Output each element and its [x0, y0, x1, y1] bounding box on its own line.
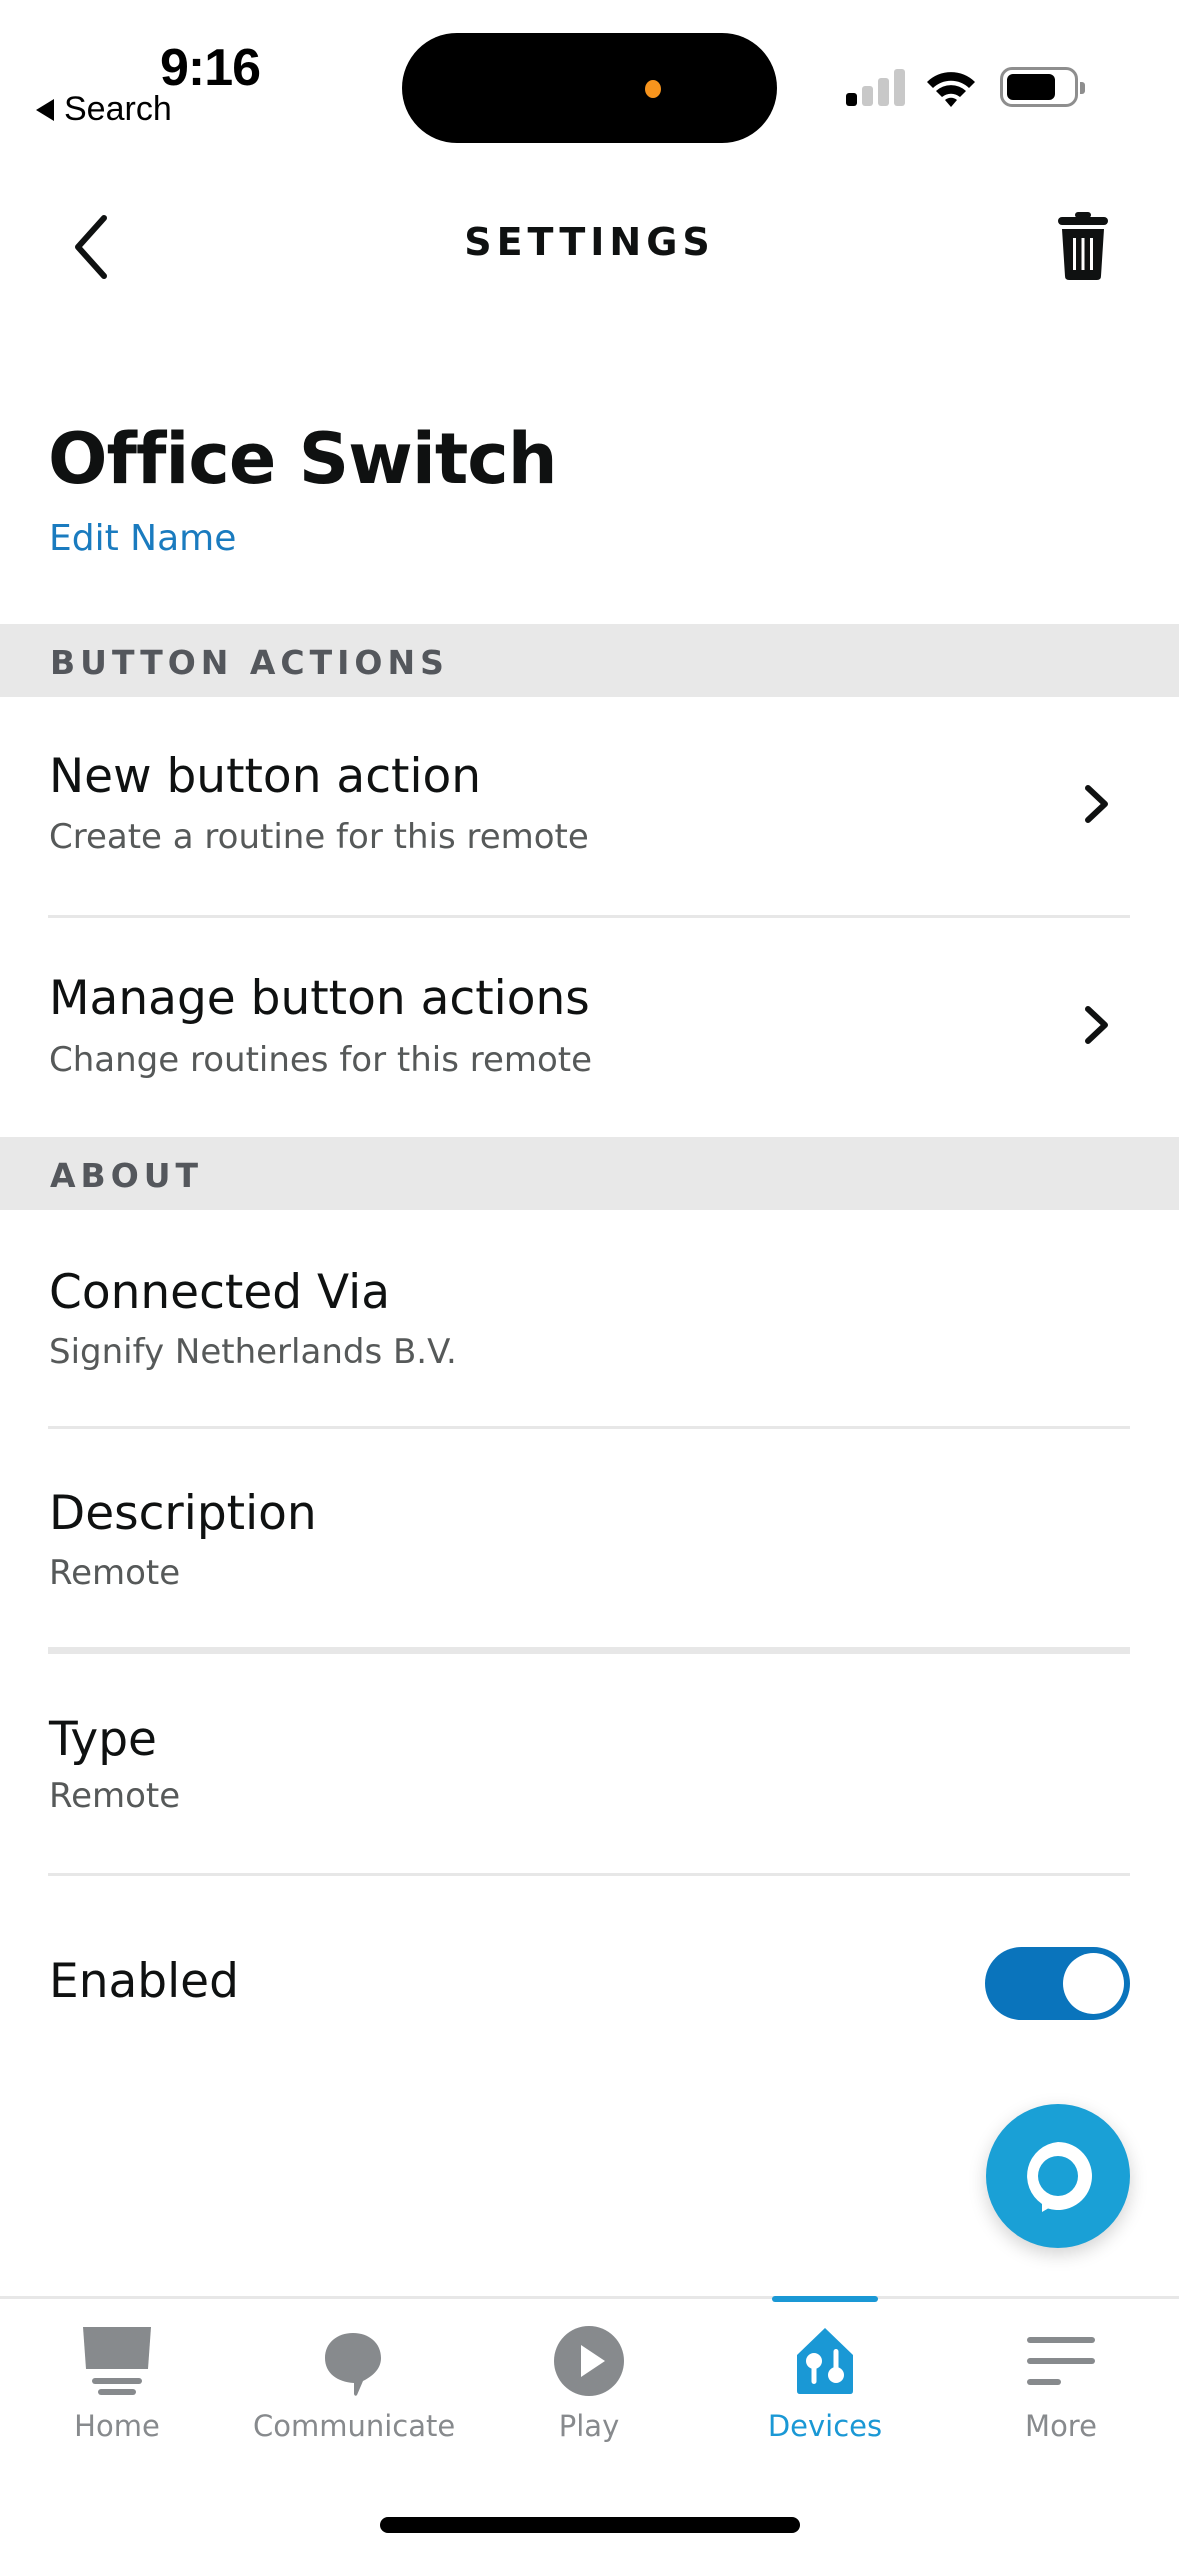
tab-devices[interactable]: Devices	[725, 2299, 925, 2479]
manage-button-actions-row[interactable]: Manage button actions Change routines fo…	[0, 918, 1179, 1137]
chevron-right-icon	[1085, 785, 1108, 823]
new-button-action-row[interactable]: New button action Create a routine for t…	[0, 697, 1179, 917]
section-header-button-actions: BUTTON ACTIONS	[0, 624, 1179, 697]
row-subtitle: Remote	[49, 1776, 181, 1816]
tab-play[interactable]: Play	[489, 2299, 689, 2479]
toggle-knob	[1063, 1953, 1124, 2014]
section-header-label: ABOUT	[50, 1156, 204, 1195]
back-to-app-label: Search	[64, 90, 172, 128]
tab-label: Home	[74, 2409, 160, 2443]
section-header-about: ABOUT	[0, 1137, 1179, 1210]
home-icon	[83, 2327, 151, 2395]
devices-house-icon	[797, 2328, 853, 2394]
tab-communicate[interactable]: Communicate	[253, 2299, 456, 2479]
tab-label: Play	[558, 2409, 620, 2443]
privacy-indicator-dot	[645, 80, 661, 98]
tab-label: Communicate	[253, 2409, 456, 2443]
row-title: Description	[49, 1486, 317, 1541]
trash-icon[interactable]	[1056, 210, 1110, 282]
tab-more[interactable]: More	[961, 2299, 1161, 2479]
chevron-right-icon	[1085, 1006, 1108, 1044]
home-indicator[interactable]	[380, 2517, 800, 2533]
tab-label: More	[1025, 2409, 1097, 2443]
dynamic-island	[402, 33, 777, 143]
battery-icon	[1000, 67, 1085, 107]
type-row: Type Remote	[0, 1654, 1179, 1873]
row-title: New button action	[49, 749, 482, 804]
connected-via-row: Connected Via Signify Netherlands B.V.	[0, 1210, 1179, 1426]
divider	[48, 1647, 1130, 1654]
enabled-label: Enabled	[49, 1954, 239, 2009]
row-title: Type	[49, 1712, 157, 1767]
device-name: Office Switch	[48, 418, 558, 500]
row-subtitle: Remote	[49, 1553, 181, 1593]
chat-bubble-icon	[325, 2333, 381, 2396]
section-header-label: BUTTON ACTIONS	[50, 643, 449, 682]
play-icon	[554, 2326, 624, 2396]
cellular-signal-icon	[846, 68, 906, 106]
row-title: Manage button actions	[49, 971, 590, 1026]
row-subtitle: Create a routine for this remote	[49, 817, 589, 857]
row-subtitle: Change routines for this remote	[49, 1040, 593, 1080]
wifi-icon	[927, 72, 975, 107]
tab-label: Devices	[767, 2409, 883, 2443]
description-row: Description Remote	[0, 1429, 1179, 1647]
tab-home[interactable]: Home	[17, 2299, 217, 2479]
enabled-toggle[interactable]	[985, 1947, 1130, 2020]
menu-icon	[1027, 2337, 1095, 2385]
alexa-icon	[1027, 2142, 1092, 2212]
page-title: SETTINGS	[464, 220, 715, 264]
alexa-button[interactable]	[986, 2104, 1130, 2248]
edit-name-link[interactable]: Edit Name	[49, 518, 236, 559]
status-time: 9:16	[160, 39, 261, 97]
row-title: Connected Via	[49, 1265, 391, 1320]
back-triangle-icon	[36, 98, 54, 121]
row-subtitle: Signify Netherlands B.V.	[49, 1332, 457, 1372]
back-to-app-link[interactable]: Search	[36, 90, 172, 129]
